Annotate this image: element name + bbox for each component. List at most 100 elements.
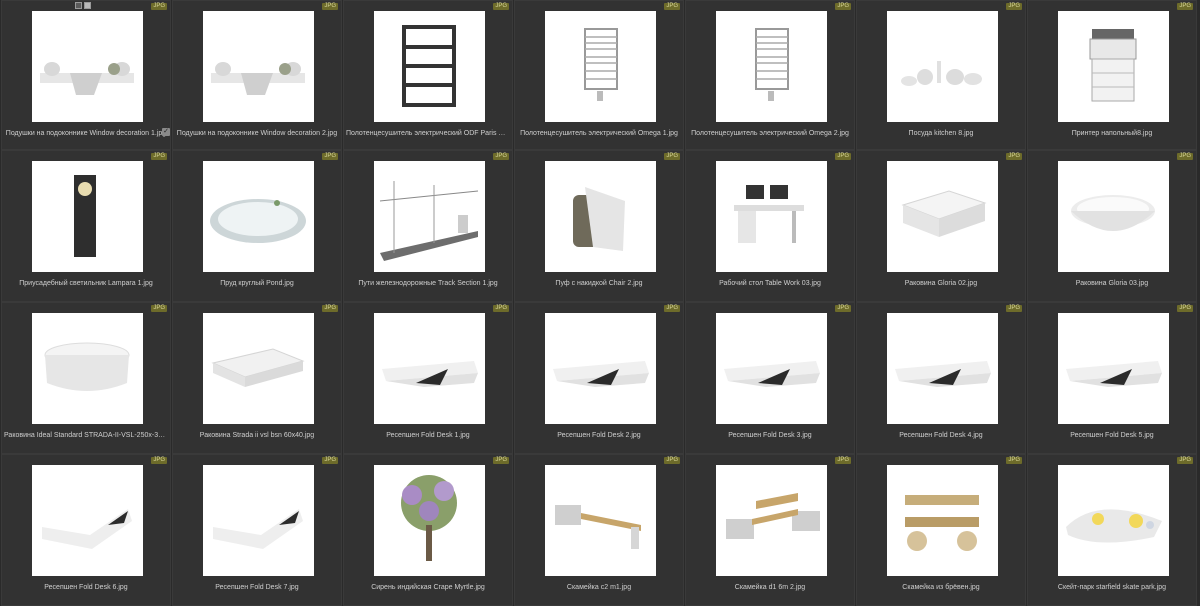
reception-desk-icon[interactable] [545, 313, 656, 424]
thumbnail-caption: Скейт-парк starfield skate park.jpg [1057, 584, 1167, 591]
thumbnail-caption: Раковина Gloria 02.jpg [904, 280, 978, 287]
thumbnail-grid: JPG Подушки на подоконнике Window decorat… [0, 0, 1200, 606]
file-type-badge: JPG [151, 305, 167, 312]
thumbnail-tile[interactable]: JPG Подушки на подоконнике Window decorat… [172, 0, 342, 150]
thumbnail-caption: Пуф с накидкой Chair 2.jpg [555, 280, 643, 287]
thumbnail-tile[interactable]: JPG Принтер напольный8.jpg [1027, 0, 1197, 150]
thumbnail-tile[interactable]: JPG Ресепшен Fold Desk 3.jpg [685, 302, 855, 454]
file-type-badge: JPG [1006, 305, 1022, 312]
thumbnail-tile[interactable]: JPG Скейт-парк starfield skate park.jpg [1027, 454, 1197, 606]
file-type-badge: JPG [1006, 153, 1022, 160]
file-type-badge: JPG [664, 457, 680, 464]
reception-desk-icon[interactable] [1058, 313, 1169, 424]
sink-oval-icon[interactable] [1058, 161, 1169, 272]
sink-round-icon[interactable] [32, 313, 143, 424]
thumbnail-tile[interactable]: JPG Раковина Ideal Standard STRADA-II-VSL… [1, 302, 171, 454]
file-type-badge: JPG [322, 305, 338, 312]
file-type-badge: JPG [664, 305, 680, 312]
file-type-badge: JPG [835, 3, 851, 10]
thumbnail-tile[interactable]: JPG Скамейка d1 6m 2.jpg [685, 454, 855, 606]
reception-desk-corner-icon[interactable] [32, 465, 143, 576]
thumbnail-caption: Принтер напольный8.jpg [1071, 130, 1153, 137]
thumbnail-tile[interactable]: JPG Ресепшен Fold Desk 1.jpg [343, 302, 513, 454]
thumbnail-tile[interactable]: JPG Скамейка c2 m1.jpg [514, 454, 684, 606]
file-type-badge: JPG [835, 153, 851, 160]
reception-desk-icon[interactable] [716, 313, 827, 424]
bench-icon[interactable] [545, 465, 656, 576]
file-type-badge: JPG [1177, 3, 1193, 10]
thumbnail-tile[interactable]: JPG Раковина Gloria 02.jpg [856, 150, 1026, 302]
file-type-badge: JPG [151, 3, 167, 10]
thumbnail-caption: Ресепшен Fold Desk 7.jpg [215, 584, 299, 591]
tile-tools [75, 2, 91, 9]
tree-icon[interactable] [374, 465, 485, 576]
thumbnail-tile[interactable]: JPG Ресепшен Fold Desk 5.jpg [1027, 302, 1197, 454]
thumbnail-caption: Подушки на подоконнике Window decoration… [176, 130, 338, 137]
thumbnail-caption: Скамейка d1 6m 2.jpg [734, 584, 806, 591]
file-type-badge: JPG [1177, 153, 1193, 160]
thumbnail-caption: Полотенцесушитель электрический Omega 2.… [691, 130, 849, 137]
file-type-badge: JPG [322, 3, 338, 10]
thumbnail-tile[interactable]: JPG Ресепшен Fold Desk 6.jpg [1, 454, 171, 606]
towel-rail-icon[interactable] [545, 11, 656, 122]
work-desk-icon[interactable] [716, 161, 827, 272]
file-type-badge: JPG [493, 457, 509, 464]
select-checkbox[interactable]: ✓ [162, 128, 170, 136]
thumbnail-tile[interactable]: JPG Ресепшен Fold Desk 7.jpg [172, 454, 342, 606]
thumbnail-tile[interactable]: JPG Полотенцесушитель электрический ODF P… [343, 0, 513, 150]
thumbnail-tile[interactable]: JPG Ресепшен Fold Desk 2.jpg [514, 302, 684, 454]
thumbnail-caption: Пруд круглый Pond.jpg [220, 280, 294, 287]
file-type-badge: JPG [1006, 3, 1022, 10]
thumbnail-caption: Раковина Strada ii vsl bsn 60x40.jpg [199, 432, 315, 439]
pencil-icon[interactable] [84, 2, 91, 9]
railway-track-icon[interactable] [374, 161, 485, 272]
pillows-window-icon[interactable] [203, 11, 314, 122]
reception-desk-corner-icon[interactable] [203, 465, 314, 576]
pouf-icon[interactable] [545, 161, 656, 272]
thumbnail-tile[interactable]: JPG Приусадебный светильник Lampara 1.jpg [1, 150, 171, 302]
thumbnail-tile[interactable]: JPG Полотенцесушитель электрический Omega… [685, 0, 855, 150]
sink-square-icon[interactable] [887, 161, 998, 272]
towel-rail-black-icon[interactable] [374, 11, 485, 122]
file-type-badge: JPG [322, 457, 338, 464]
thumbnail-caption: Полотенцесушитель электрический Omega 1.… [520, 130, 678, 137]
thumbnail-tile[interactable]: JPG Пуф с накидкой Chair 2.jpg [514, 150, 684, 302]
printer-icon[interactable] [1058, 11, 1169, 122]
garden-lamp-icon[interactable] [32, 161, 143, 272]
dishes-icon[interactable] [887, 11, 998, 122]
thumbnail-tile[interactable]: JPG Ресепшен Fold Desk 4.jpg [856, 302, 1026, 454]
thumbnail-tile[interactable]: JPG Скамейка из брёвен.jpg [856, 454, 1026, 606]
thumbnail-caption: Ресепшен Fold Desk 4.jpg [899, 432, 983, 439]
pillows-window-icon[interactable] [32, 11, 143, 122]
thumbnail-tile[interactable]: JPG Пути железнодорожные Track Section 1.… [343, 150, 513, 302]
towel-rail-icon[interactable] [716, 11, 827, 122]
thumbnail-caption: Приусадебный светильник Lampara 1.jpg [19, 280, 153, 287]
thumbnail-caption: Ресепшен Fold Desk 1.jpg [386, 432, 470, 439]
thumbnail-caption: Рабочий стол Table Work 03.jpg [719, 280, 821, 287]
thumbnail-tile[interactable]: JPG Раковина Gloria 03.jpg [1027, 150, 1197, 302]
reception-desk-icon[interactable] [374, 313, 485, 424]
pond-icon[interactable] [203, 161, 314, 272]
thumbnail-caption: Подушки на подоконнике Window decoration… [5, 130, 167, 137]
file-type-badge: JPG [664, 3, 680, 10]
thumbnail-tile[interactable]: JPG Пруд круглый Pond.jpg [172, 150, 342, 302]
thumbnail-tile[interactable]: JPG Сирень индийская Crape Myrtle.jpg [343, 454, 513, 606]
thumbnail-caption: Раковина Gloria 03.jpg [1075, 280, 1149, 287]
thumbnail-tile[interactable]: JPG Подушки на подоконнике Window decorat… [1, 0, 171, 150]
file-type-badge: JPG [1177, 457, 1193, 464]
skate-park-icon[interactable] [1058, 465, 1169, 576]
thumbnail-tile[interactable]: JPG Полотенцесушитель электрический Omega… [514, 0, 684, 150]
reception-desk-icon[interactable] [887, 313, 998, 424]
thumbnail-caption: Ресепшен Fold Desk 5.jpg [1070, 432, 1154, 439]
sink-rect-icon[interactable] [203, 313, 314, 424]
thumbnail-caption: Полотенцесушитель электрический ODF Pari… [346, 130, 510, 137]
bench-planters-icon[interactable] [716, 465, 827, 576]
thumbnail-caption: Ресепшен Fold Desk 2.jpg [557, 432, 641, 439]
thumbnail-tile[interactable]: JPG Раковина Strada ii vsl bsn 60x40.jpg [172, 302, 342, 454]
thumbnail-tile[interactable]: JPG Посуда kitchen 8.jpg [856, 0, 1026, 150]
thumbnail-tile[interactable]: JPG Рабочий стол Table Work 03.jpg [685, 150, 855, 302]
log-bench-icon[interactable] [887, 465, 998, 576]
file-type-badge: JPG [151, 153, 167, 160]
stop-icon[interactable] [75, 2, 82, 9]
thumbnail-caption: Скамейка из брёвен.jpg [902, 584, 980, 591]
